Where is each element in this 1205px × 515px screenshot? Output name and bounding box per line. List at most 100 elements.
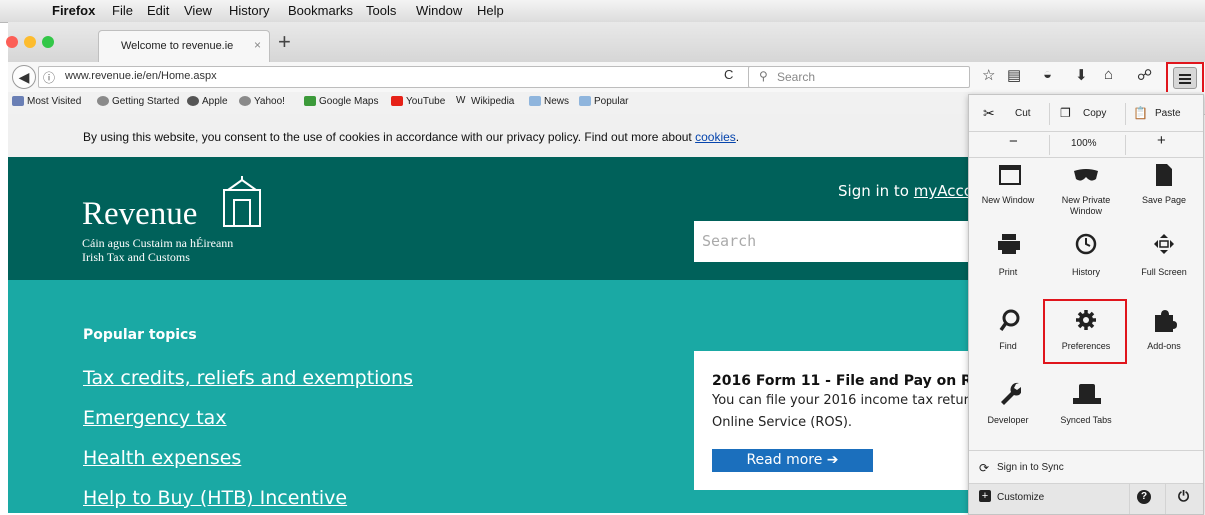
bookmark-label: Popular [594, 96, 629, 107]
history-clock-icon [1075, 233, 1097, 255]
menu-edit[interactable]: Edit [147, 3, 169, 18]
add-ons-puzzle-icon [1155, 310, 1177, 332]
history-label: History [1071, 267, 1100, 277]
search-placeholder: Search [777, 70, 816, 84]
find-item[interactable]: Find [969, 303, 1047, 363]
popular-link-emergency-tax[interactable]: Emergency tax [83, 407, 227, 429]
cookie-period: . [735, 130, 740, 144]
close-tab-icon[interactable]: × [254, 38, 261, 52]
cookies-link[interactable]: cookies [695, 130, 736, 144]
paste-icon[interactable]: 📋 [1133, 106, 1148, 120]
globe-icon [239, 96, 251, 107]
search-bar[interactable]: ⚲ Search [748, 66, 970, 88]
bookmark-label: Getting Started [112, 96, 180, 107]
synced-tabs-label: Synced Tabs [1060, 415, 1112, 425]
bookmark-star-icon[interactable]: ☆ [982, 66, 995, 84]
address-bar[interactable]: ⓘ www.revenue.ie/en/Home.aspx [38, 66, 758, 88]
help-icon[interactable]: ? [1137, 490, 1151, 504]
bookmark-label: Yahoo! [254, 96, 285, 107]
bookmark-yahoo[interactable]: Yahoo! [239, 96, 285, 107]
revenue-logo[interactable]: Revenue [82, 196, 197, 233]
reading-list-icon[interactable]: ▤ [1007, 66, 1021, 84]
print-icon [998, 234, 1020, 254]
paste-button[interactable]: Paste [1155, 108, 1181, 119]
menu-tools[interactable]: Tools [366, 3, 396, 18]
mac-menubar: Firefox File Edit View History Bookmarks… [0, 0, 1205, 23]
minimize-window-button[interactable] [24, 36, 36, 48]
bookmark-news[interactable]: News [529, 96, 569, 107]
new-private-window-item[interactable]: New Private Window [1047, 157, 1125, 217]
new-window-item[interactable]: New Window [969, 157, 1047, 217]
downloads-icon[interactable]: ⬇ [1075, 66, 1088, 84]
menu-history[interactable]: History [229, 3, 269, 18]
reload-icon[interactable]: C [724, 67, 733, 82]
quit-power-icon[interactable]: ⏻ [1178, 488, 1189, 505]
copy-icon[interactable]: ❐ [1060, 106, 1071, 120]
home-icon[interactable]: ⌂ [1104, 66, 1113, 83]
bookmark-google-maps[interactable]: Google Maps [304, 96, 378, 107]
add-ons-item[interactable]: Add-ons [1125, 303, 1203, 363]
full-screen-item[interactable]: Full Screen [1125, 225, 1203, 285]
zoom-window-button[interactable] [42, 36, 54, 48]
pocket-icon[interactable]: ◒ [1043, 66, 1052, 83]
synced-tabs-item[interactable]: Synced Tabs [1047, 377, 1125, 437]
customize-button[interactable]: + Customize [969, 484, 1129, 514]
folder-icon [579, 96, 591, 107]
bookmark-youtube[interactable]: YouTube [391, 96, 445, 107]
bookmark-apple[interactable]: Apple [187, 96, 228, 107]
menu-view[interactable]: View [184, 3, 212, 18]
developer-item[interactable]: Developer [969, 377, 1047, 437]
history-item[interactable]: History [1047, 225, 1125, 285]
close-window-button[interactable] [6, 36, 18, 48]
tab-revenue[interactable]: Welcome to revenue.ie × [98, 30, 270, 63]
menu-app-firefox[interactable]: Firefox [52, 3, 95, 18]
site-search-input[interactable]: Search [694, 221, 968, 262]
search-icon: ⚲ [759, 69, 768, 83]
card-body-line2: Online Service (ROS). [712, 415, 853, 430]
bookmark-label: Apple [202, 96, 228, 107]
popular-link-health-expenses[interactable]: Health expenses [83, 447, 241, 469]
private-mask-icon [1074, 169, 1098, 181]
extension-icon[interactable]: ☍ [1137, 66, 1152, 84]
zoom-level[interactable]: 100% [1071, 138, 1097, 149]
menu-bookmarks[interactable]: Bookmarks [288, 3, 353, 18]
bookmark-getting-started[interactable]: Getting Started [97, 96, 179, 107]
save-page-item[interactable]: Save Page [1125, 157, 1203, 217]
bookmark-wikipedia[interactable]: W Wikipedia [456, 96, 514, 107]
open-menu-button[interactable] [1166, 62, 1204, 94]
sign-in-sync-row[interactable]: ⟳ Sign in to Sync [969, 451, 1203, 483]
bookmark-popular[interactable]: Popular [579, 96, 628, 107]
copy-button[interactable]: Copy [1083, 108, 1106, 119]
popular-link-htb[interactable]: Help to Buy (HTB) Incentive [83, 487, 347, 509]
cut-icon[interactable]: ✂ [983, 105, 995, 122]
full-screen-icon [1154, 234, 1174, 254]
bookmark-label: YouTube [406, 96, 446, 107]
hamburger-icon [1173, 67, 1197, 89]
cut-button[interactable]: Cut [1015, 108, 1031, 119]
bookmark-label: Wikipedia [471, 96, 515, 107]
signin-text: Sign in to myAcco [838, 182, 973, 200]
popular-link-tax-credits[interactable]: Tax credits, reliefs and exemptions [83, 367, 413, 389]
cookie-message: By using this website, you consent to th… [83, 130, 696, 144]
back-button[interactable]: ◀ [12, 65, 36, 89]
print-item[interactable]: Print [969, 225, 1047, 285]
bookmark-most-visited[interactable]: Most Visited [12, 96, 81, 107]
customize-plus-icon: + [979, 490, 991, 502]
site-search-placeholder: Search [702, 232, 757, 250]
zoom-in-button[interactable]: + [1157, 132, 1166, 149]
menu-file[interactable]: File [112, 3, 133, 18]
read-more-button[interactable]: Read more ➔ [712, 449, 873, 472]
bookmark-label: Most Visited [27, 96, 82, 107]
new-tab-button[interactable]: + [278, 29, 291, 55]
wikipedia-icon: W [456, 95, 466, 107]
cookie-text: By using this website, you consent to th… [83, 130, 739, 144]
menu-window[interactable]: Window [416, 3, 462, 18]
logo-building-icon [223, 176, 261, 227]
site-info-icon[interactable]: ⓘ [43, 69, 55, 86]
myaccount-link[interactable]: myAcco [914, 182, 973, 200]
card-title: 2016 Form 11 - File and Pay on ROS [712, 373, 994, 389]
cookie-banner: By using this website, you consent to th… [8, 114, 968, 157]
menu-help[interactable]: Help [477, 3, 504, 18]
zoom-out-button[interactable]: − [1009, 133, 1018, 150]
folder-icon [529, 96, 541, 107]
